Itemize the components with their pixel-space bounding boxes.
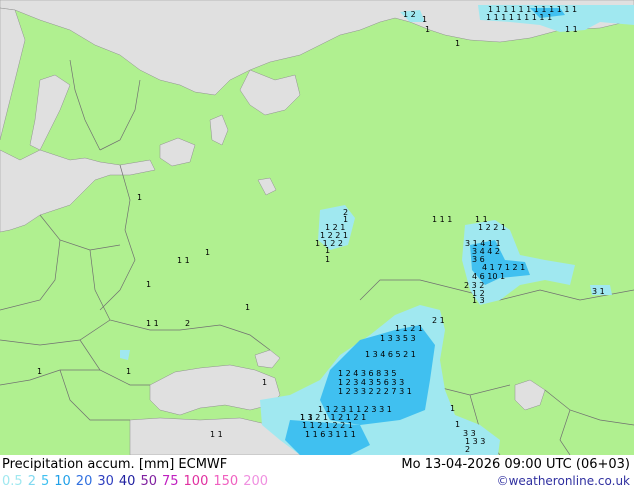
precip-value-label: 1: [325, 246, 330, 255]
legend-item: 75: [161, 474, 179, 489]
precip-value-label: 1 3: [472, 296, 485, 305]
precip-value-label: 4 6 10 1: [472, 272, 505, 281]
legend-item: 20: [75, 474, 93, 489]
legend-item: 30: [97, 474, 114, 489]
legend-item: 5: [40, 474, 50, 489]
color-legend: 0.5 2 5 10 20 30 40 50 75 100 150 200: [2, 474, 273, 489]
precip-value-label: 1: [126, 367, 131, 376]
precip-value-label: 1 3 3 5 3: [380, 334, 416, 343]
precip-value-label: 1: [422, 15, 427, 24]
legend-item: 150: [213, 474, 239, 489]
chart-title: Precipitation accum. [mm] ECMWF: [2, 457, 228, 472]
precip-value-label: 1: [455, 420, 460, 429]
precipitation-map: 1 2111 1 1 1 1 1 1 1 1 1 1 11 1 1 1 1 1 …: [0, 0, 634, 455]
legend-item: 40: [118, 474, 136, 489]
precip-value-label: 1 1 1: [432, 215, 452, 224]
precip-value-label: 1 1: [300, 413, 313, 422]
precip-value-label: 2: [465, 445, 470, 454]
precip-value-label: 4 1 7 1 2 1: [482, 263, 525, 272]
precip-value-label: 1: [325, 255, 330, 264]
legend-item: 100: [183, 474, 209, 489]
precip-value-label: 1 1: [177, 256, 190, 265]
legend-item: 200: [243, 474, 269, 489]
precip-value-label: 1: [205, 248, 210, 257]
precip-value-label: 1 2: [403, 10, 416, 19]
precip-value-label: 1 2 4 3 6 8 3 5: [338, 369, 397, 378]
precip-value-label: 3 1: [592, 287, 605, 296]
precip-value-label: 1: [146, 280, 151, 289]
precip-value-label: 1 3 4 6 5 2 1: [365, 350, 416, 359]
precip-value-label: 1: [37, 367, 42, 376]
precip-value-label: 1 1 2 1 2 2 1: [302, 421, 353, 430]
precip-value-label: 1 1 6 3 1 1 1: [305, 430, 356, 439]
precip-value-label: 1: [137, 193, 142, 202]
valid-datetime: Mo 13-04-2026 09:00 UTC (06+03): [401, 457, 630, 472]
footer: Precipitation accum. [mm] ECMWF Mo 13-04…: [0, 455, 634, 490]
precip-value-label: 1: [262, 378, 267, 387]
precip-value-label: 1 1: [210, 430, 223, 439]
precip-value-label: 1: [455, 39, 460, 48]
legend-item: 2: [27, 474, 36, 489]
precip-value-label: 2: [185, 319, 190, 328]
precip-value-label: 1 2 3 3 2 2 2 7 3 1: [338, 387, 412, 396]
precip-value-label: 1 1 2 1: [395, 324, 423, 333]
precip-value-label: 1 2 3 4 3 5 6 3 3: [338, 378, 404, 387]
legend-item: 50: [140, 474, 157, 489]
credit-link[interactable]: ©weatheronline.co.uk: [497, 474, 630, 488]
precip-value-label: 1 1: [565, 25, 578, 34]
precip-value-label: 1 1 1 1 1 1 1 1 1: [486, 13, 552, 22]
legend-item: 0.5: [2, 474, 23, 489]
precip-value-label: 2 1: [432, 316, 445, 325]
legend-item: 10: [54, 474, 71, 489]
precip-value-label: 1: [245, 303, 250, 312]
precip-value-label: 1: [425, 25, 430, 34]
precip-value-label: 1: [450, 404, 455, 413]
precip-value-label: 1 1: [146, 319, 159, 328]
precip-value-label: 1 2 2 1: [478, 223, 506, 232]
